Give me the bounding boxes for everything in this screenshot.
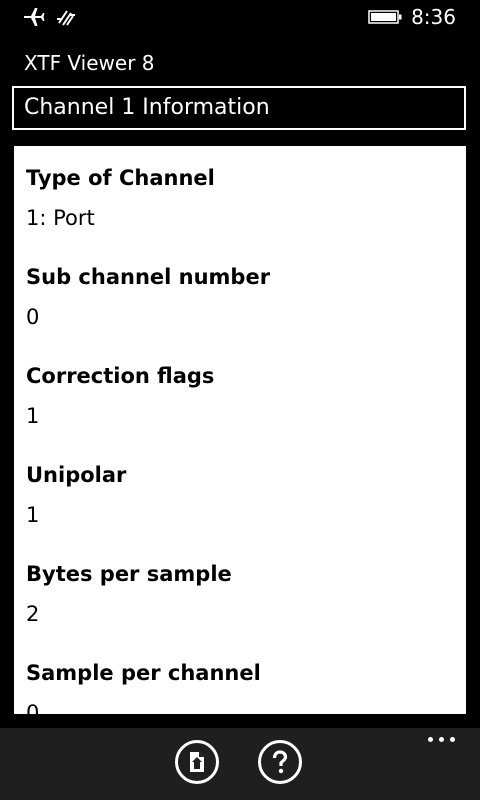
field-value: 1 — [26, 503, 40, 527]
status-bar: 8:36 — [0, 0, 480, 34]
field-value: 1 — [26, 404, 40, 428]
ellipsis-icon[interactable] — [428, 734, 456, 744]
help-icon — [272, 750, 288, 774]
section-header-title: Channel 1 Information — [24, 95, 270, 120]
app-bar — [0, 728, 480, 800]
dot — [439, 737, 444, 742]
channel-info-panel[interactable]: Type of Channel 1: Port Sub channel numb… — [14, 146, 466, 714]
field-label: Sub channel number — [26, 265, 271, 289]
field-value: 0 — [26, 701, 40, 714]
field-value: 2 — [26, 602, 40, 626]
field-value: 0 — [26, 305, 40, 329]
field-label: Unipolar — [26, 463, 127, 487]
battery-icon — [368, 10, 402, 24]
export-button[interactable] — [175, 740, 219, 784]
help-button[interactable] — [258, 740, 302, 784]
app-title: XTF Viewer 8 — [24, 51, 155, 75]
field-type-of-channel: Type of Channel 1: Port — [26, 164, 215, 232]
field-label: Type of Channel — [26, 166, 215, 190]
signal-icon — [57, 10, 75, 26]
field-value: 1: Port — [26, 206, 95, 230]
field-bytes-per-sample: Bytes per sample 2 — [26, 560, 232, 628]
airplane-icon — [24, 8, 45, 26]
field-sample-per-channel: Sample per channel 0 — [26, 659, 261, 714]
status-time: 8:36 — [411, 5, 456, 29]
field-label: Sample per channel — [26, 661, 261, 685]
field-correction-flags: Correction flags 1 — [26, 362, 214, 430]
dot — [428, 737, 433, 742]
dot — [450, 737, 455, 742]
field-unipolar: Unipolar 1 — [26, 461, 126, 529]
field-label: Bytes per sample — [26, 562, 232, 586]
field-label: Correction flags — [26, 364, 215, 388]
field-sub-channel-number: Sub channel number 0 — [26, 263, 270, 331]
section-header[interactable]: Channel 1 Information — [12, 86, 466, 130]
export-icon — [190, 752, 204, 772]
